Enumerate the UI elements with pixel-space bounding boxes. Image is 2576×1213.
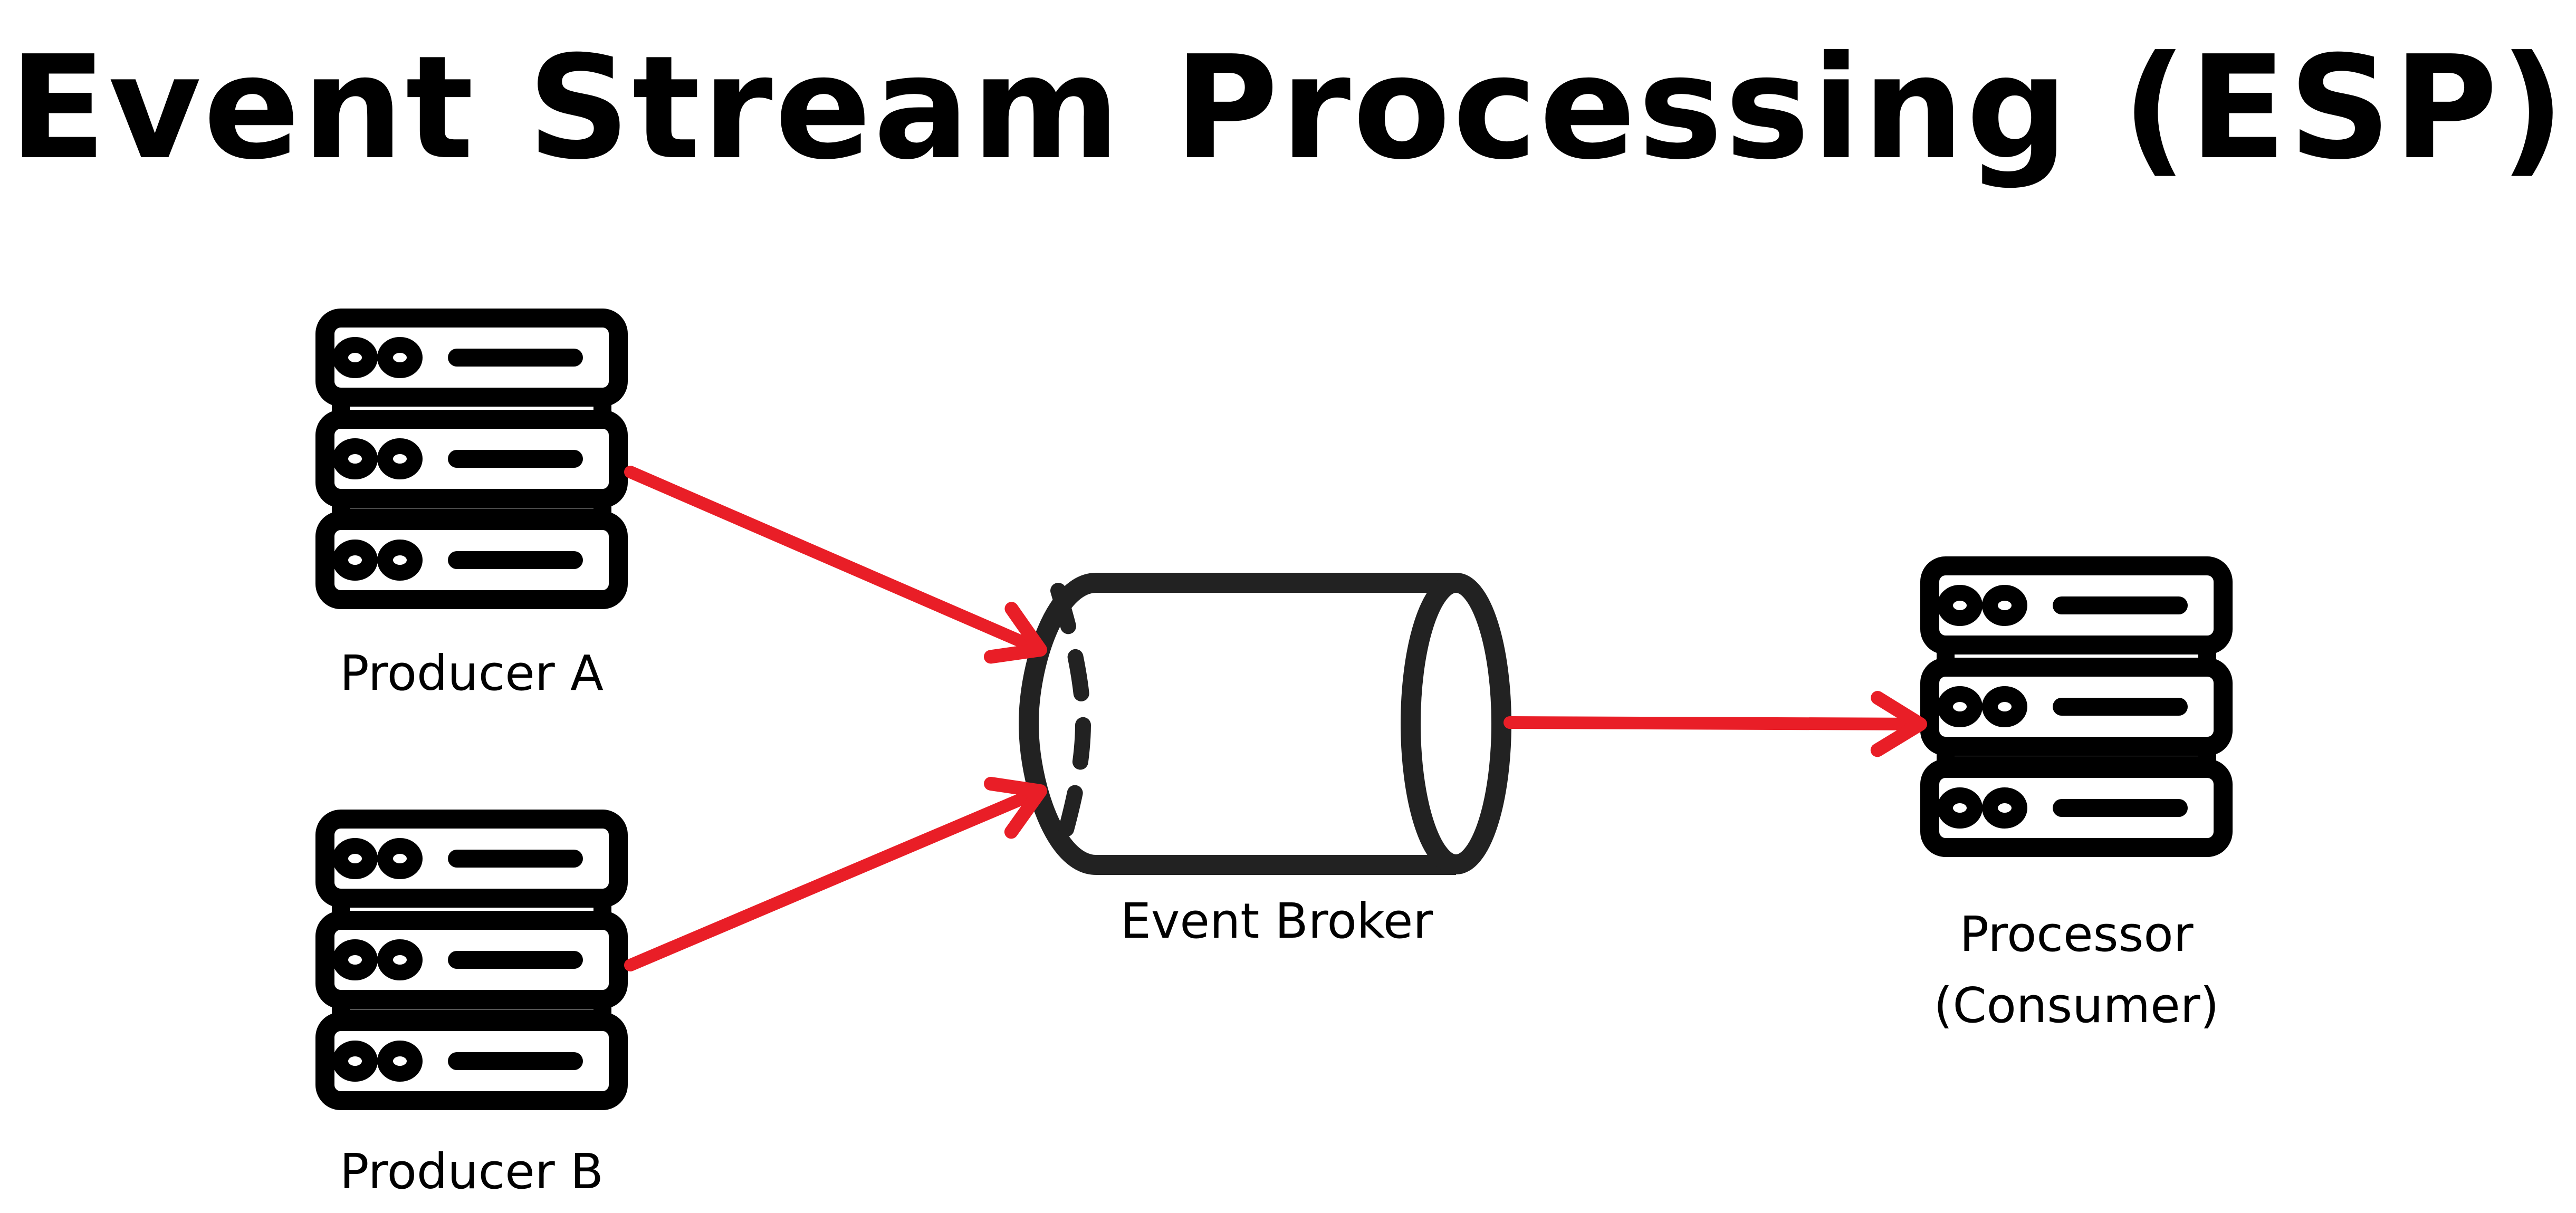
server-rack-icon [325, 318, 618, 600]
server-rack-icon [1930, 566, 2223, 848]
event-broker-node[interactable] [1018, 573, 1511, 875]
processor-node[interactable] [1930, 566, 2223, 848]
diagram-canvas: Event Stream Processing (ESP) Producer A… [0, 0, 2576, 1213]
arrow-shaft [1504, 716, 1927, 730]
event-broker-label: Event Broker [1120, 893, 1433, 949]
producer-a-label: Producer A [340, 645, 604, 701]
producer-b-node[interactable] [325, 819, 618, 1101]
server-rack-icon [325, 819, 618, 1101]
producer-a-node[interactable] [325, 318, 618, 600]
arrow-shaft [624, 785, 1047, 971]
processor-label-line2: (Consumer) [1933, 977, 2219, 1034]
arrow-producer-a-to-broker [624, 466, 1047, 664]
arrow-shaft [624, 466, 1047, 656]
arrow-broker-to-processor [1504, 691, 1927, 757]
processor-label-line1: Processor [1959, 906, 2194, 962]
arrow-producer-b-to-broker [624, 776, 1047, 971]
producer-b-label: Producer B [339, 1143, 604, 1200]
cylinder-queue-icon [1018, 573, 1511, 875]
